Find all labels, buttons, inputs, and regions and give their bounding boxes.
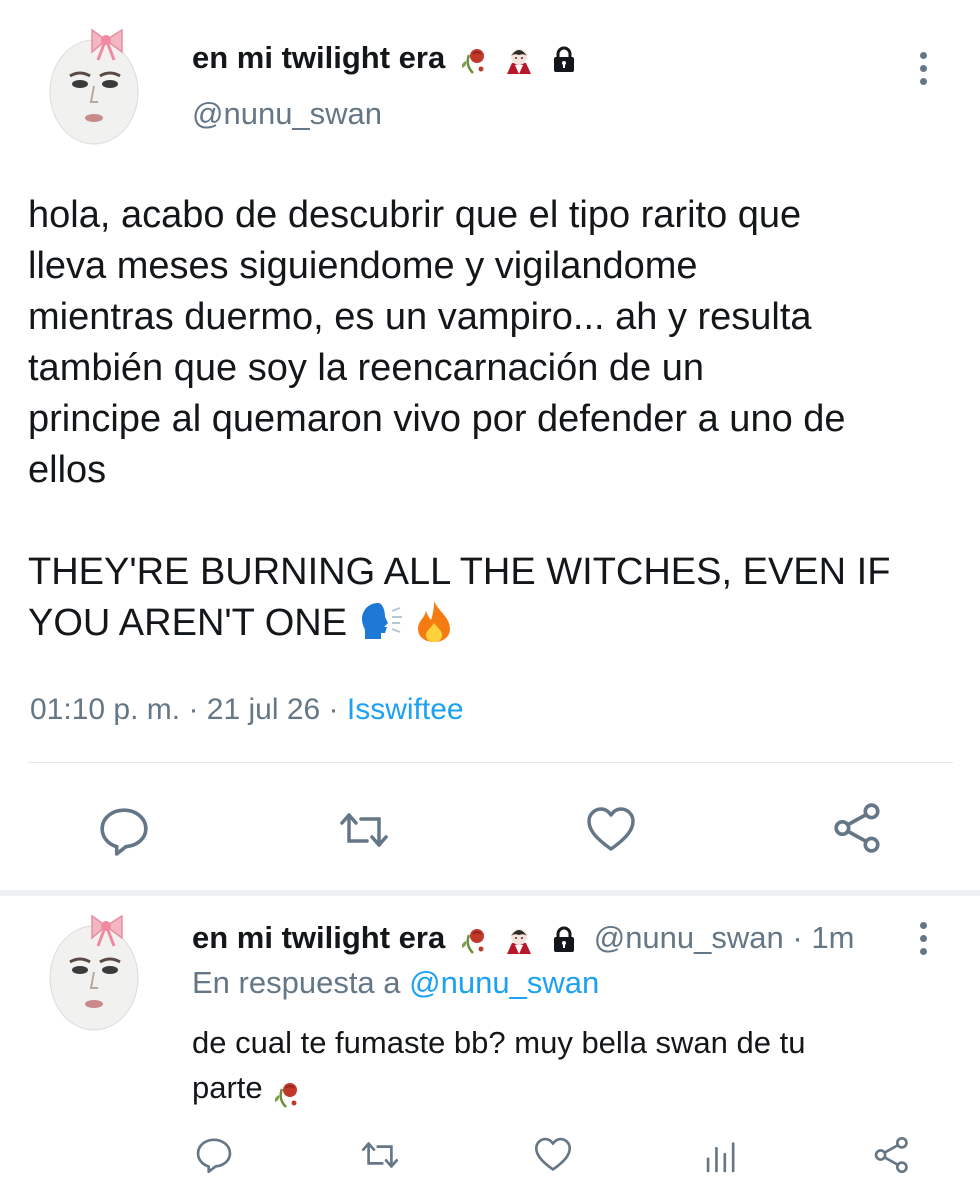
speaking-head-emoji xyxy=(361,603,402,639)
like-icon[interactable] xyxy=(585,805,637,855)
reply-handle[interactable]: @nunu_swan xyxy=(594,920,784,955)
wilted-rose-emoji xyxy=(460,925,490,955)
share-icon[interactable] xyxy=(873,1136,911,1174)
vampire-emoji xyxy=(504,45,534,75)
replying-to-label: En respuesta a xyxy=(192,965,401,1000)
wilted-rose-emoji xyxy=(460,45,490,75)
analytics-icon[interactable] xyxy=(702,1136,740,1174)
lock-icon xyxy=(549,925,579,955)
reply-age: 1m xyxy=(811,920,855,955)
tweet-text: hola, acabo de descubrir que el tipo rar… xyxy=(28,194,891,644)
divider xyxy=(28,762,953,763)
more-options-icon[interactable] xyxy=(919,52,927,85)
replying-to-handle[interactable]: @nunu_swan xyxy=(409,965,599,1000)
reply-icon[interactable] xyxy=(98,805,150,857)
tweet-meta: 01:10 p. m. · 21 jul 26 · Isswiftee xyxy=(30,693,464,726)
retweet-icon[interactable] xyxy=(338,805,390,855)
reply-body: de cual te fumaste bb? muy bella swan de… xyxy=(192,1020,952,1110)
replying-to: En respuesta a @nunu_swan xyxy=(192,965,599,1001)
tweet-date: 21 jul 26 xyxy=(206,693,321,726)
reply-display-name: en mi twilight era xyxy=(192,920,446,955)
fire-emoji xyxy=(417,601,450,642)
share-icon[interactable] xyxy=(832,802,884,854)
wilted-rose-emoji xyxy=(273,1079,303,1109)
tweet-source[interactable]: Isswiftee xyxy=(347,693,464,726)
avatar[interactable] xyxy=(48,26,140,146)
reply-avatar[interactable] xyxy=(48,912,140,1032)
display-name: en mi twilight era xyxy=(192,40,446,75)
reply-icon[interactable] xyxy=(195,1136,233,1174)
lock-icon xyxy=(549,45,579,75)
retweet-icon[interactable] xyxy=(360,1136,400,1174)
like-icon[interactable] xyxy=(534,1136,572,1174)
tweet-body: hola, acabo de descubrir que el tipo rar… xyxy=(28,190,973,649)
user-handle[interactable]: @nunu_swan xyxy=(192,96,382,132)
thread-separator xyxy=(0,890,980,896)
reply-more-options-icon[interactable] xyxy=(919,922,927,955)
vampire-emoji xyxy=(504,925,534,955)
tweet-time: 01:10 p. m. xyxy=(30,693,181,726)
